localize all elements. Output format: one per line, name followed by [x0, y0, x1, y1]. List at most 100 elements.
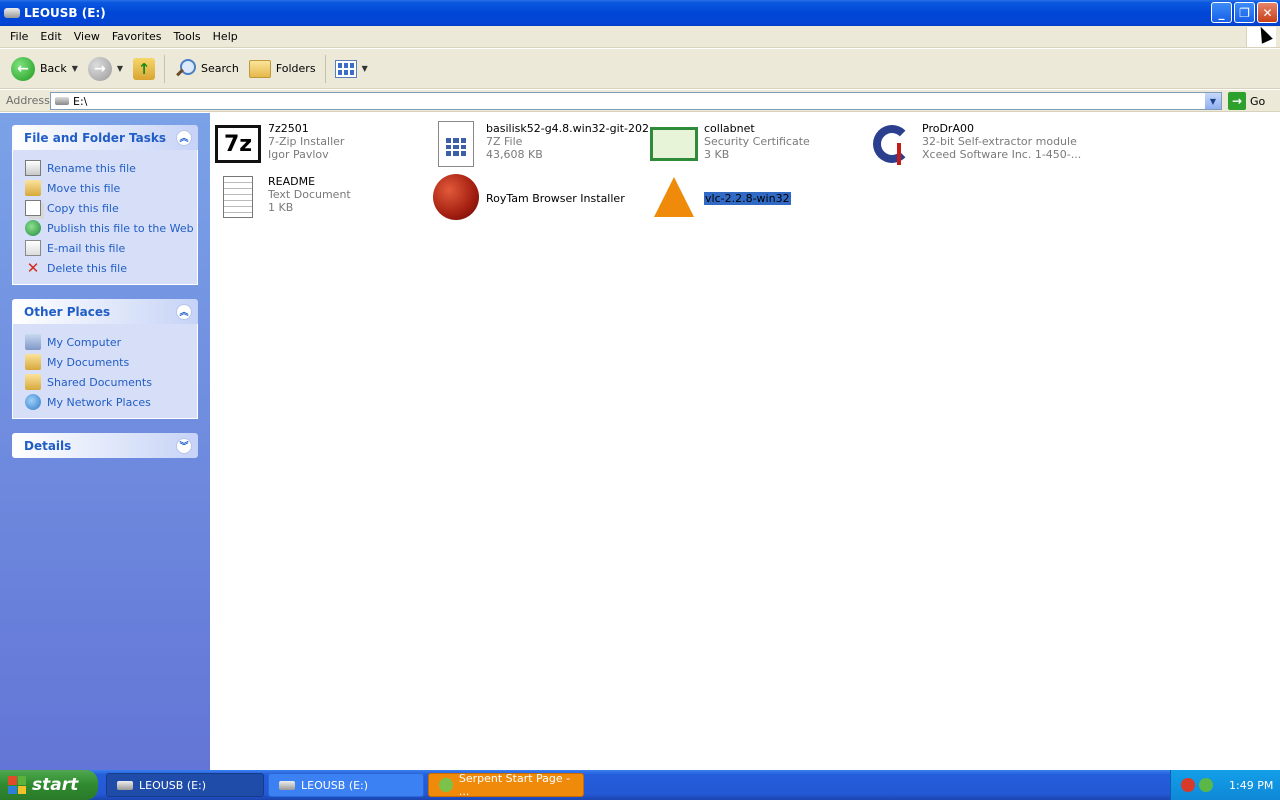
forward-button[interactable]: → ▼ — [83, 53, 128, 85]
task-email-file[interactable]: E-mail this file — [25, 238, 187, 258]
restore-button[interactable]: ❐ — [1234, 2, 1255, 23]
menu-favorites[interactable]: Favorites — [106, 30, 168, 43]
computer-icon — [25, 334, 41, 350]
forward-dropdown-icon[interactable]: ▼ — [117, 64, 123, 73]
file-name: 7z2501 — [268, 122, 309, 135]
other-places-panel: Other Places ︽ My Computer My Documents … — [12, 299, 198, 419]
menu-edit[interactable]: Edit — [34, 30, 67, 43]
task-rename-file[interactable]: Rename this file — [25, 158, 187, 178]
window-title: LEOUSB (E:) — [24, 6, 106, 20]
file-item-selected[interactable]: vlc-2.2.8-win32 — [650, 173, 791, 221]
drive-icon — [279, 780, 295, 790]
taskbar-button-serpent[interactable]: Serpent Start Page - ... — [428, 772, 584, 798]
search-label: Search — [201, 62, 239, 75]
panel-header[interactable]: Details ︾ — [12, 433, 198, 458]
minimize-button[interactable]: _ — [1211, 2, 1232, 23]
7zip-icon: 7z — [214, 120, 262, 168]
go-button[interactable]: → Go — [1228, 92, 1265, 110]
task-move-file[interactable]: Move this file — [25, 178, 187, 198]
browser-installer-icon — [432, 173, 480, 221]
file-item[interactable]: ProDrA00 32-bit Self-extractor module Xc… — [868, 120, 1081, 168]
file-type: Security Certificate — [704, 135, 810, 148]
file-info: basilisk52-g4.8.win32-git-202... 7Z File… — [486, 120, 659, 161]
views-icon — [334, 59, 357, 78]
place-label: My Documents — [47, 355, 130, 369]
file-type: Text Document — [268, 188, 351, 201]
file-item[interactable]: README Text Document 1 KB — [214, 173, 351, 221]
window-controls: _ ❐ ✕ — [1211, 2, 1278, 23]
place-my-documents[interactable]: My Documents — [25, 352, 187, 372]
file-name: RoyTam Browser Installer — [486, 191, 625, 205]
clock[interactable]: 1:49 PM — [1229, 779, 1273, 792]
search-button[interactable]: Search — [169, 53, 244, 85]
menu-tools[interactable]: Tools — [168, 30, 207, 43]
file-info: collabnet Security Certificate 3 KB — [704, 120, 810, 161]
file-info: README Text Document 1 KB — [268, 173, 351, 214]
taskbar-button-label: Serpent Start Page - ... — [458, 772, 571, 798]
menu-view[interactable]: View — [68, 30, 106, 43]
vlc-icon — [650, 173, 698, 221]
network-icon — [25, 394, 41, 410]
menu-file[interactable]: File — [4, 30, 34, 43]
file-meta: 3 KB — [704, 148, 730, 161]
address-input[interactable]: E:\ ▼ — [50, 92, 1222, 110]
email-icon — [25, 240, 41, 256]
place-shared-documents[interactable]: Shared Documents — [25, 372, 187, 392]
views-button[interactable]: ▼ — [330, 53, 373, 85]
system-tray: 1:49 PM — [1170, 770, 1280, 800]
file-name: collabnet — [704, 122, 755, 135]
file-item[interactable]: collabnet Security Certificate 3 KB — [650, 120, 810, 168]
up-button[interactable]: ↑ — [128, 53, 160, 85]
go-label: Go — [1250, 94, 1266, 108]
file-item[interactable]: 7z 7z2501 7-Zip Installer Igor Pavlov — [214, 120, 344, 168]
panel-title: Details — [24, 438, 72, 453]
folders-label: Folders — [275, 62, 316, 75]
security-shield-icon[interactable] — [1181, 778, 1195, 792]
panel-header[interactable]: Other Places ︽ — [12, 299, 198, 324]
collapse-chevron-icon[interactable]: ︽ — [176, 129, 192, 146]
task-label: Delete this file — [47, 261, 127, 275]
start-label: start — [32, 775, 79, 795]
title-bar[interactable]: LEOUSB (E:) _ ❐ ✕ — [0, 0, 1280, 26]
file-item[interactable]: basilisk52-g4.8.win32-git-202... 7Z File… — [432, 120, 659, 168]
back-button[interactable]: ← Back ▼ — [6, 53, 83, 85]
move-folder-icon — [25, 180, 41, 196]
back-arrow-icon: ← — [11, 56, 35, 81]
documents-folder-icon — [25, 354, 41, 370]
address-bar: Address E:\ ▼ → Go — [0, 90, 1280, 112]
place-network-places[interactable]: My Network Places — [25, 392, 187, 412]
file-meta: Igor Pavlov — [268, 148, 329, 161]
file-folder-tasks-panel: File and Folder Tasks ︽ Rename this file… — [12, 125, 198, 285]
folders-button[interactable]: Folders — [244, 53, 321, 85]
file-type: 7-Zip Installer — [268, 135, 345, 148]
menu-bar: File Edit View Favorites Tools Help — [0, 26, 1280, 48]
views-dropdown-icon[interactable]: ▼ — [362, 64, 368, 73]
network-status-icon[interactable] — [1199, 778, 1213, 792]
file-info: ProDrA00 32-bit Self-extractor module Xc… — [922, 120, 1081, 161]
certificate-icon — [650, 120, 698, 168]
taskbar-button-leousb-active[interactable]: LEOUSB (E:) — [106, 773, 264, 797]
address-dropdown-icon[interactable]: ▼ — [1205, 93, 1221, 109]
task-copy-file[interactable]: Copy this file — [25, 198, 187, 218]
menu-help[interactable]: Help — [207, 30, 244, 43]
file-list-area[interactable]: 7z 7z2501 7-Zip Installer Igor Pavlov ba… — [210, 113, 1280, 770]
address-label: Address — [6, 94, 50, 107]
file-meta: 1 KB — [268, 201, 294, 214]
collapse-chevron-icon[interactable]: ︽ — [176, 303, 192, 320]
place-label: My Network Places — [47, 395, 151, 409]
folders-icon — [248, 59, 271, 78]
panel-header[interactable]: File and Folder Tasks ︽ — [12, 125, 198, 150]
back-dropdown-icon[interactable]: ▼ — [72, 64, 78, 73]
task-publish-web[interactable]: Publish this file to the Web — [25, 218, 194, 238]
taskbar-button-leousb[interactable]: LEOUSB (E:) — [268, 773, 424, 797]
start-button[interactable]: start — [0, 770, 98, 800]
taskbar-button-label: LEOUSB (E:) — [139, 778, 207, 792]
close-button[interactable]: ✕ — [1257, 2, 1278, 23]
file-item[interactable]: RoyTam Browser Installer — [432, 173, 625, 221]
serpent-browser-icon — [439, 778, 453, 792]
toolbar: ← Back ▼ → ▼ ↑ Search Folders ▼ — [0, 49, 1280, 89]
place-my-computer[interactable]: My Computer — [25, 332, 187, 352]
expand-chevron-icon[interactable]: ︾ — [176, 437, 192, 454]
task-delete-file[interactable]: ✕ Delete this file — [25, 258, 187, 278]
task-label: Rename this file — [47, 161, 136, 175]
